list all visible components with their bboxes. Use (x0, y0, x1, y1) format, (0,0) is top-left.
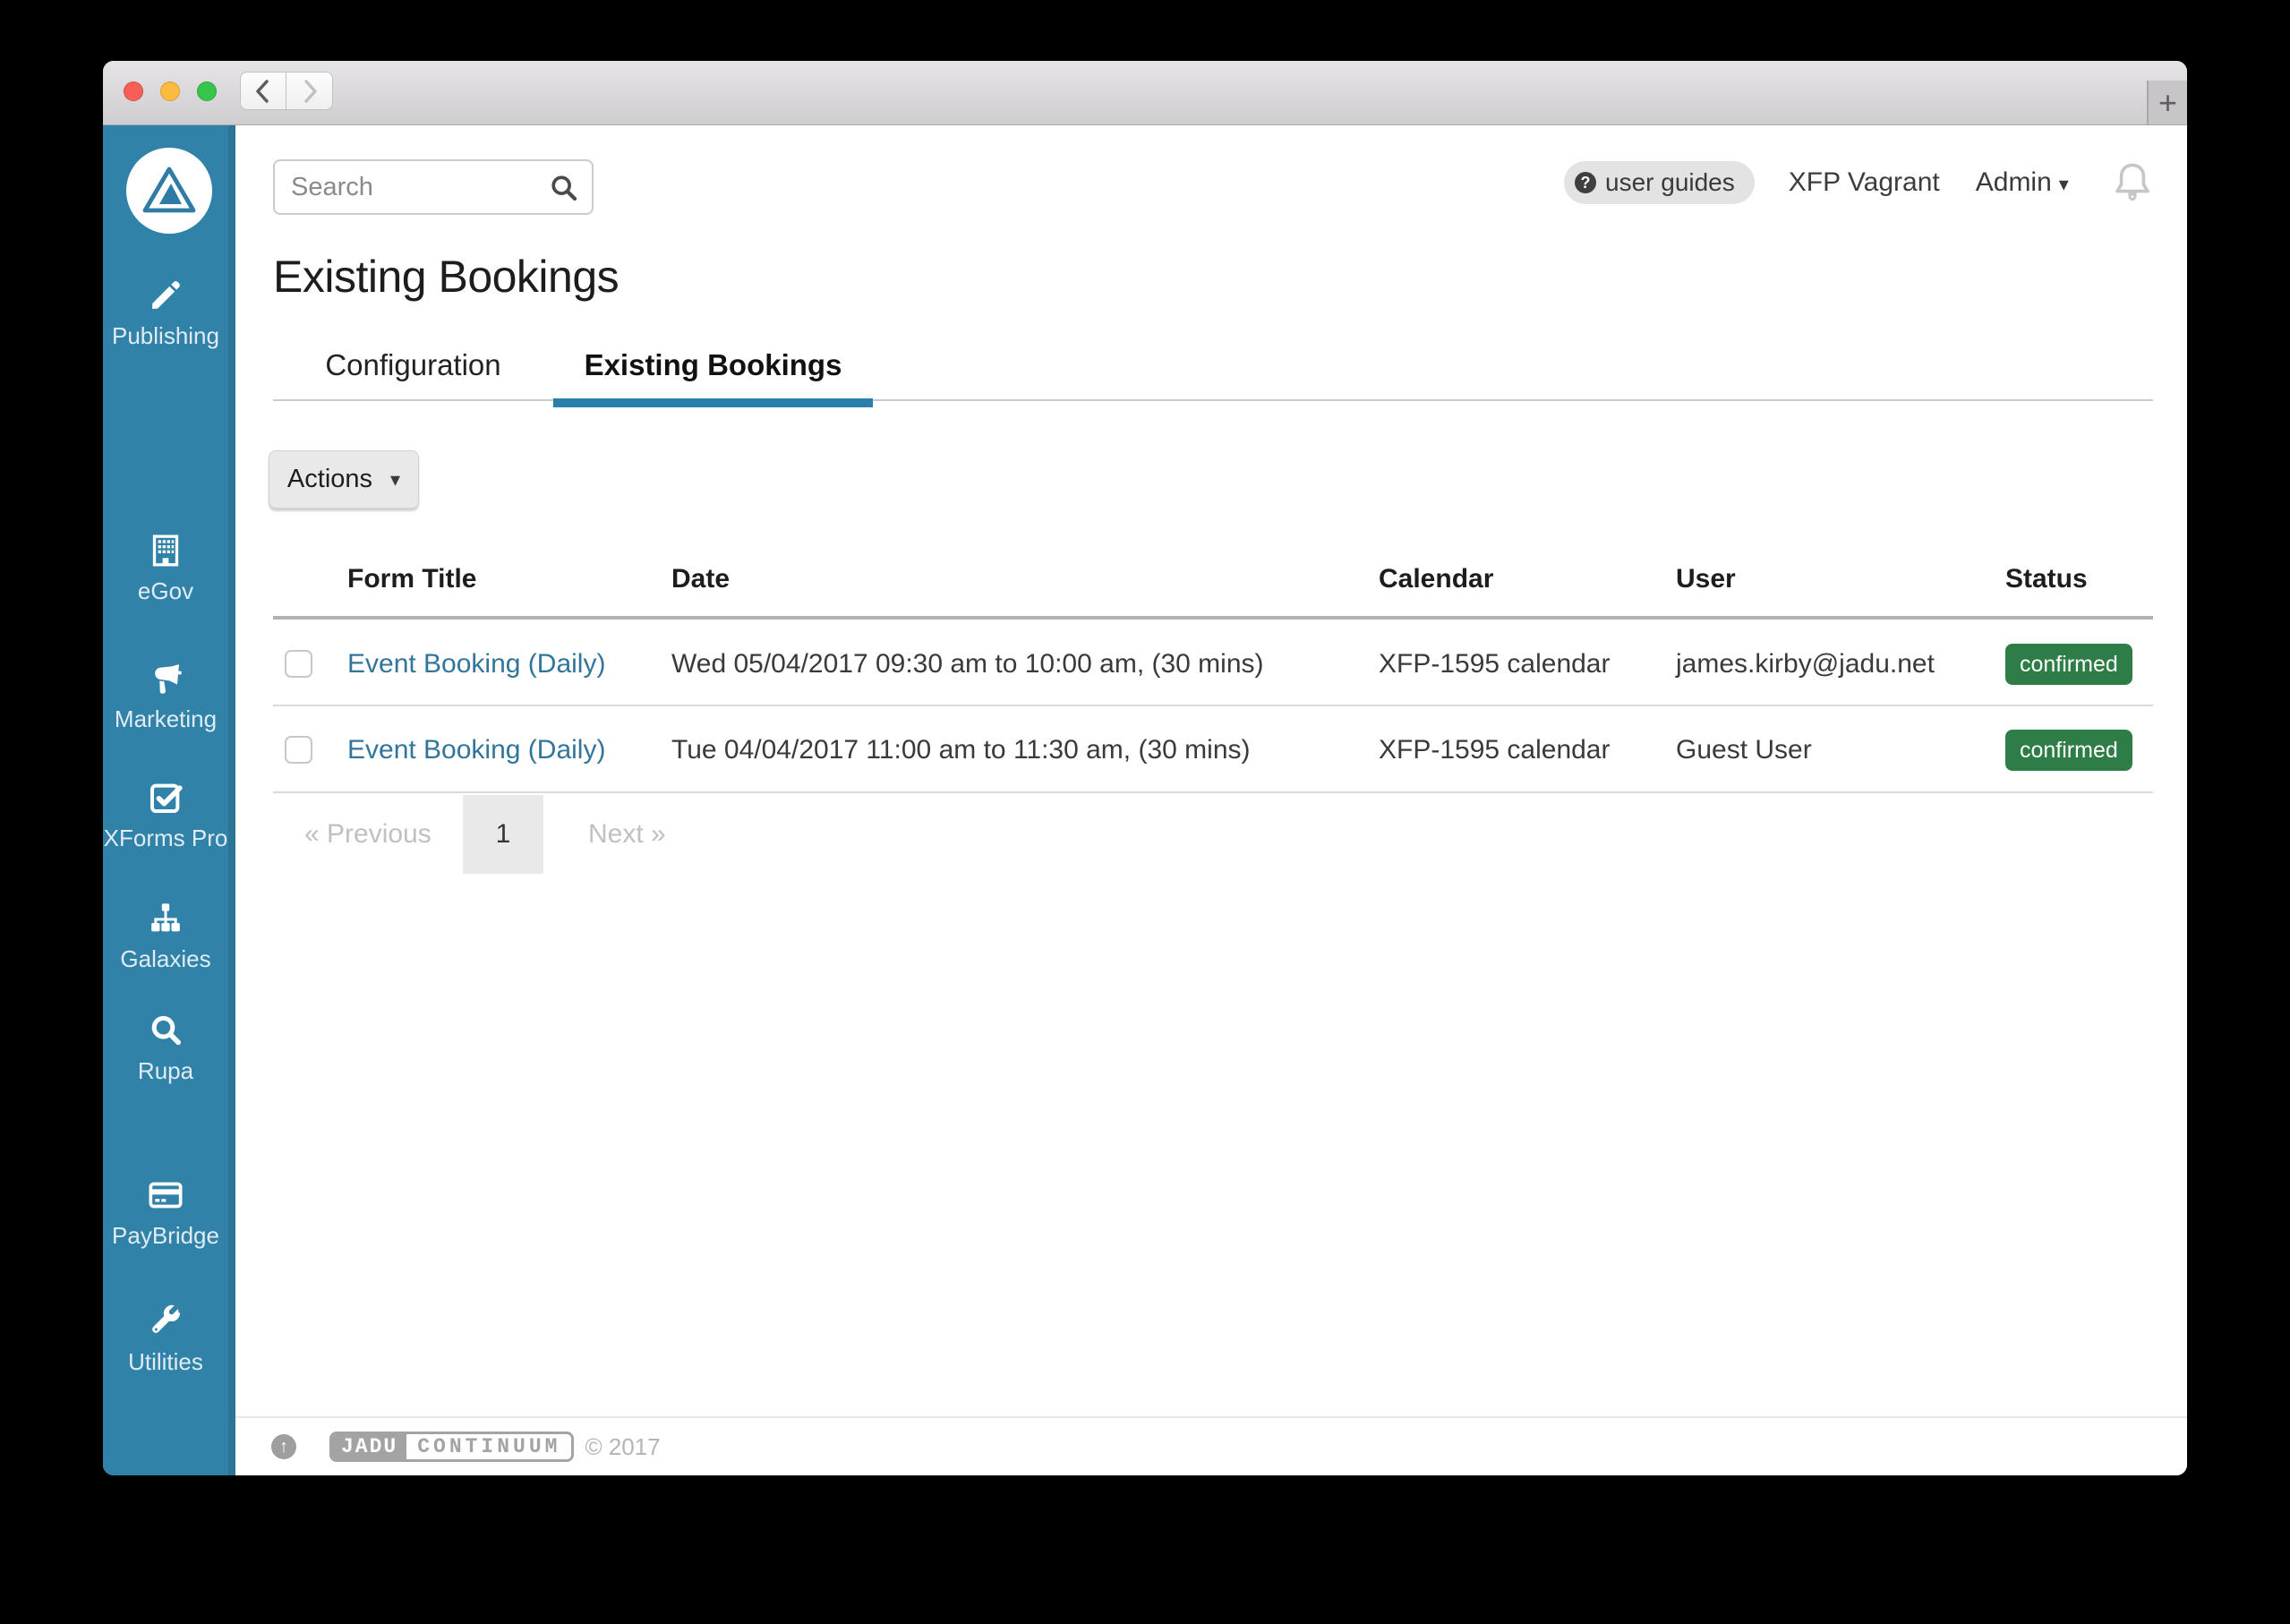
sidebar-item-label: XForms Pro (103, 825, 228, 851)
triangle-logo-icon (142, 167, 196, 213)
booking-link[interactable]: Event Booking (Daily) (347, 623, 605, 705)
tab-bar: Configuration Existing Bookings (273, 329, 2153, 407)
column-date: Date (671, 564, 731, 594)
account-link[interactable]: XFP Vagrant (1789, 167, 1940, 198)
jadu-logo[interactable] (126, 148, 212, 234)
next-page-button[interactable]: Next » (588, 795, 666, 874)
row-checkbox[interactable] (285, 649, 312, 678)
sidebar-item-label: Publishing (112, 322, 219, 349)
table-row: Event Booking (Daily) Wed 05/04/2017 09:… (273, 623, 2153, 706)
search-input[interactable] (273, 159, 594, 215)
admin-menu[interactable]: Admin ▾ (1976, 167, 2069, 198)
sidebar-item-label: Utilities (128, 1348, 203, 1375)
search-box (273, 159, 594, 215)
status-badge: confirmed (2005, 729, 2132, 771)
table-row: Event Booking (Daily) Tue 04/04/2017 11:… (273, 708, 2153, 793)
page-number-button[interactable]: 1 (463, 795, 543, 874)
booking-user: james.kirby@jadu.net (1676, 649, 1935, 679)
back-button[interactable] (240, 72, 286, 110)
credit-card-icon (149, 1182, 183, 1209)
booking-calendar: XFP-1595 calendar (1379, 649, 1611, 679)
sidebar-item-galaxies[interactable]: Galaxies (103, 901, 228, 973)
megaphone-icon (155, 664, 182, 694)
checkbox-icon (150, 783, 183, 813)
status-badge: confirmed (2005, 643, 2132, 685)
sidebar-item-rupa[interactable]: Rupa (103, 1013, 228, 1085)
brand-jadu: JADU (332, 1434, 407, 1459)
column-form-title: Form Title (347, 564, 477, 594)
pencil-icon (152, 281, 180, 309)
chevron-left-icon (256, 79, 269, 103)
sidebar-item-label: Galaxies (120, 945, 211, 972)
wrench-icon (152, 1304, 181, 1333)
sidebar-item-label: Rupa (137, 1057, 194, 1084)
sidebar-item-xforms-pro[interactable]: XForms Pro (103, 780, 228, 852)
chevron-down-icon: ▾ (2058, 173, 2069, 195)
actions-button[interactable]: Actions ▾ (269, 450, 419, 509)
column-user: User (1676, 564, 1736, 594)
traffic-lights (124, 81, 217, 101)
sidebar-item-utilities[interactable]: Utilities (103, 1303, 228, 1376)
sidebar-item-marketing[interactable]: Marketing (103, 661, 228, 733)
booking-date: Tue 04/04/2017 11:00 am to 11:30 am, (30… (671, 735, 1251, 765)
sidebar-item-label: PayBridge (112, 1222, 219, 1249)
minimize-window-button[interactable] (160, 81, 180, 101)
sidebar-item-paybridge[interactable]: PayBridge (103, 1177, 228, 1250)
admin-label: Admin (1975, 167, 2052, 197)
user-guides-button[interactable]: ? user guides (1564, 161, 1755, 204)
browser-nav-buttons (240, 72, 333, 110)
booking-date: Wed 05/04/2017 09:30 am to 10:00 am, (30… (671, 649, 1264, 679)
sitemap-icon (151, 903, 180, 932)
sidebar-item-publishing[interactable]: Publishing (103, 278, 228, 350)
column-status: Status (2005, 564, 2088, 594)
copyright: © 2017 (585, 1432, 661, 1460)
booking-user: Guest User (1676, 735, 1812, 765)
footer: ↑ JADU CONTINUUM © 2017 (235, 1416, 2187, 1475)
search-icon[interactable] (549, 173, 579, 203)
new-tab-button[interactable]: + (2147, 81, 2187, 124)
brand-continuum: CONTINUUM (406, 1434, 572, 1459)
magnifier-icon (151, 1015, 182, 1046)
sidebar-item-label: Marketing (114, 705, 218, 732)
jadu-continuum-logo: JADU CONTINUUM (329, 1432, 575, 1462)
building-icon (152, 534, 179, 567)
scroll-to-top-button[interactable]: ↑ (271, 1434, 296, 1459)
close-window-button[interactable] (124, 81, 143, 101)
header-right: ? user guides XFP Vagrant Admin ▾ (1564, 161, 2155, 204)
chevron-right-icon (303, 79, 317, 103)
window-titlebar: + (103, 61, 2187, 125)
forward-button[interactable] (286, 72, 333, 110)
question-icon: ? (1575, 172, 1596, 193)
page-title: Existing Bookings (273, 252, 619, 302)
user-guides-label: user guides (1605, 168, 1735, 196)
notifications-bell-icon[interactable] (2110, 159, 2155, 206)
booking-link[interactable]: Event Booking (Daily) (347, 708, 605, 791)
column-calendar: Calendar (1379, 564, 1494, 594)
tab-existing-bookings[interactable]: Existing Bookings (553, 329, 873, 407)
row-checkbox[interactable] (285, 735, 312, 764)
browser-window: + Publishing eGov Marketing XForms Pro G… (103, 61, 2187, 1475)
previous-page-button[interactable]: « Previous (304, 795, 432, 874)
sidebar-item-label: eGov (137, 577, 194, 604)
sidebar: Publishing eGov Marketing XForms Pro Gal… (103, 125, 235, 1475)
chevron-down-icon: ▾ (390, 467, 401, 491)
main-content: ? user guides XFP Vagrant Admin ▾ Existin… (235, 125, 2187, 1475)
zoom-window-button[interactable] (197, 81, 217, 101)
table-header: Form Title Date Calendar User Status (273, 539, 2153, 620)
tab-configuration[interactable]: Configuration (273, 329, 553, 401)
actions-label: Actions (286, 465, 373, 493)
sidebar-item-egov[interactable]: eGov (103, 533, 228, 605)
booking-calendar: XFP-1595 calendar (1379, 735, 1611, 765)
